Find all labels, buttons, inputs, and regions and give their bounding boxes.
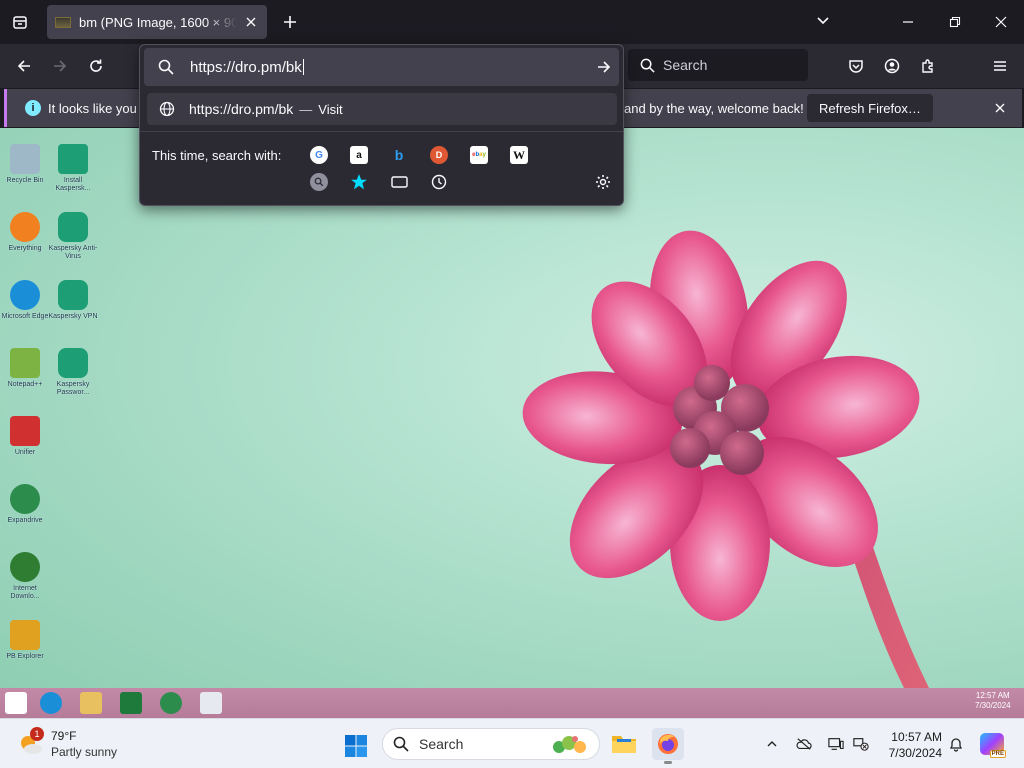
desktop-icon-notepad-plus-plus: Notepad++ [0,348,50,389]
google-icon[interactable]: G [310,146,328,164]
url-input[interactable]: https://dro.pm/bk [144,48,619,86]
display-device-icon[interactable] [828,736,844,752]
search-bar[interactable]: Search [628,49,808,81]
notification-close-icon[interactable] [992,100,1008,116]
search-placeholder: Search [663,57,708,73]
duckduckgo-icon[interactable]: D [430,146,448,164]
network-disconnected-icon[interactable] [853,736,869,752]
close-window-icon[interactable] [991,12,1011,32]
desktop-icon-recycle-bin: Recycle Bin [0,144,50,185]
new-tab-icon[interactable] [280,12,300,32]
desktop-icon-kaspersky-vpn: Kaspersky VPN [48,280,98,321]
image-clock-time: 12:57 AM [975,691,1010,700]
restore-icon[interactable] [945,12,965,32]
pink-flower-image [522,230,945,718]
back-arrow-icon[interactable] [12,54,36,78]
hamburger-menu-icon[interactable] [988,54,1012,78]
tab-active[interactable]: bm (PNG Image, 1600 × 900 pixels) [47,5,267,39]
tabs-icon[interactable] [390,173,408,191]
file-explorer-icon[interactable] [608,728,640,760]
suggestion-url: https://dro.pm/bk [189,101,294,117]
search-settings-gear-icon[interactable] [595,174,611,190]
image-app-icon [160,692,182,714]
image-start-icon [5,692,27,714]
image-inner-taskbar [0,688,1024,718]
url-input-value: https://dro.pm/bk [190,59,302,76]
urlbar-dropdown: https://dro.pm/bk https://dro.pm/bk — Vi… [139,44,624,206]
weather-condition: Partly sunny [51,745,118,759]
desktop-icon-install-kaspersky: Install Kaspersk... [48,144,98,193]
show-hidden-icons-chevron-icon[interactable] [764,736,780,752]
taskbar-search-placeholder: Search [419,736,464,752]
search-icon [640,58,655,73]
reload-icon[interactable] [84,54,108,78]
bing-icon[interactable]: b [390,146,408,164]
desktop-icon-kaspersky-password: Kaspersky Passwor... [48,348,98,397]
copilot-badge: PRE [989,750,1006,758]
onedrive-offline-icon[interactable] [796,736,812,752]
tab-strip: bm (PNG Image, 1600 × 900 pixels) [0,0,1024,44]
amazon-icon[interactable]: a [350,146,368,164]
search-history-icon[interactable] [310,173,328,191]
desktop-icon-internet-download: Internet Downlo... [0,552,50,601]
search-with-label: This time, search with: [152,148,282,163]
image-clock: 12:57 AM 7/30/2024 [975,691,1011,711]
desktop-icon-everything: Everything [0,212,50,253]
suggestion-separator: — [299,101,313,117]
firefox-icon[interactable] [652,728,684,764]
weather-temperature: 79°F [51,729,77,743]
search-icon [393,736,409,752]
image-window-icon [200,692,222,714]
clock-date: 7/30/2024 [888,746,942,760]
refresh-firefox-button[interactable]: Refresh Firefox… [807,94,933,122]
copilot-icon[interactable]: PRE [980,733,1006,758]
image-excel-icon [120,692,142,714]
go-arrow-icon[interactable] [596,59,612,75]
search-highlight-illustration-icon [553,736,586,753]
extensions-icon[interactable] [916,54,940,78]
wikipedia-icon[interactable]: W [510,146,528,164]
globe-icon [159,101,175,117]
forward-arrow-icon[interactable] [48,54,72,78]
bookmarks-star-icon[interactable] [350,173,368,191]
tab-title: bm (PNG Image, 1600 × 900 pixels) [79,14,237,30]
suggestion-action: Visit [318,101,343,117]
weather-badge: 1 [30,727,44,741]
system-clock[interactable]: 10:57 AM 7/30/2024 [878,729,942,761]
image-clock-date: 7/30/2024 [975,701,1011,710]
ebay-icon[interactable]: ebay [470,146,488,164]
taskbar-search-box[interactable]: Search [382,728,600,760]
desktop-icon-expandrive: Expandrive [0,484,50,525]
desktop-icon-pb-explorer: PB Explorer [0,620,50,661]
windows-start-icon[interactable] [344,734,368,758]
active-app-indicator [664,761,672,764]
notification-message-end: and by the way, welcome back! [624,101,804,116]
clock-time: 10:57 AM [891,730,942,744]
tab-close-icon[interactable] [243,14,259,30]
info-icon: i [25,100,41,116]
image-folder-icon [80,692,102,714]
search-icon [158,59,174,75]
png-image-content: Recycle Bin Install Kaspersk... Everythi… [0,128,1024,718]
divider [140,131,623,132]
minimize-icon[interactable] [898,12,918,32]
desktop-icon-microsoft-edge: Microsoft Edge [0,280,50,321]
desktop-icon-kaspersky-antivirus: Kaspersky Anti-Virus [48,212,98,261]
account-icon[interactable] [880,54,904,78]
image-ie-icon [40,692,62,714]
tab-overview-icon[interactable] [8,10,32,34]
pocket-icon[interactable] [844,54,868,78]
history-clock-icon[interactable] [430,173,448,191]
notification-bell-icon[interactable] [948,736,964,752]
list-all-tabs-icon[interactable] [816,13,836,33]
desktop-icon-unifier: Unifier [0,416,50,457]
windows-taskbar: 1 79°F Partly sunny Search 10:57 AM 7/30… [0,718,1024,768]
image-favicon-icon [55,16,71,28]
visit-suggestion[interactable]: https://dro.pm/bk — Visit [147,93,617,125]
